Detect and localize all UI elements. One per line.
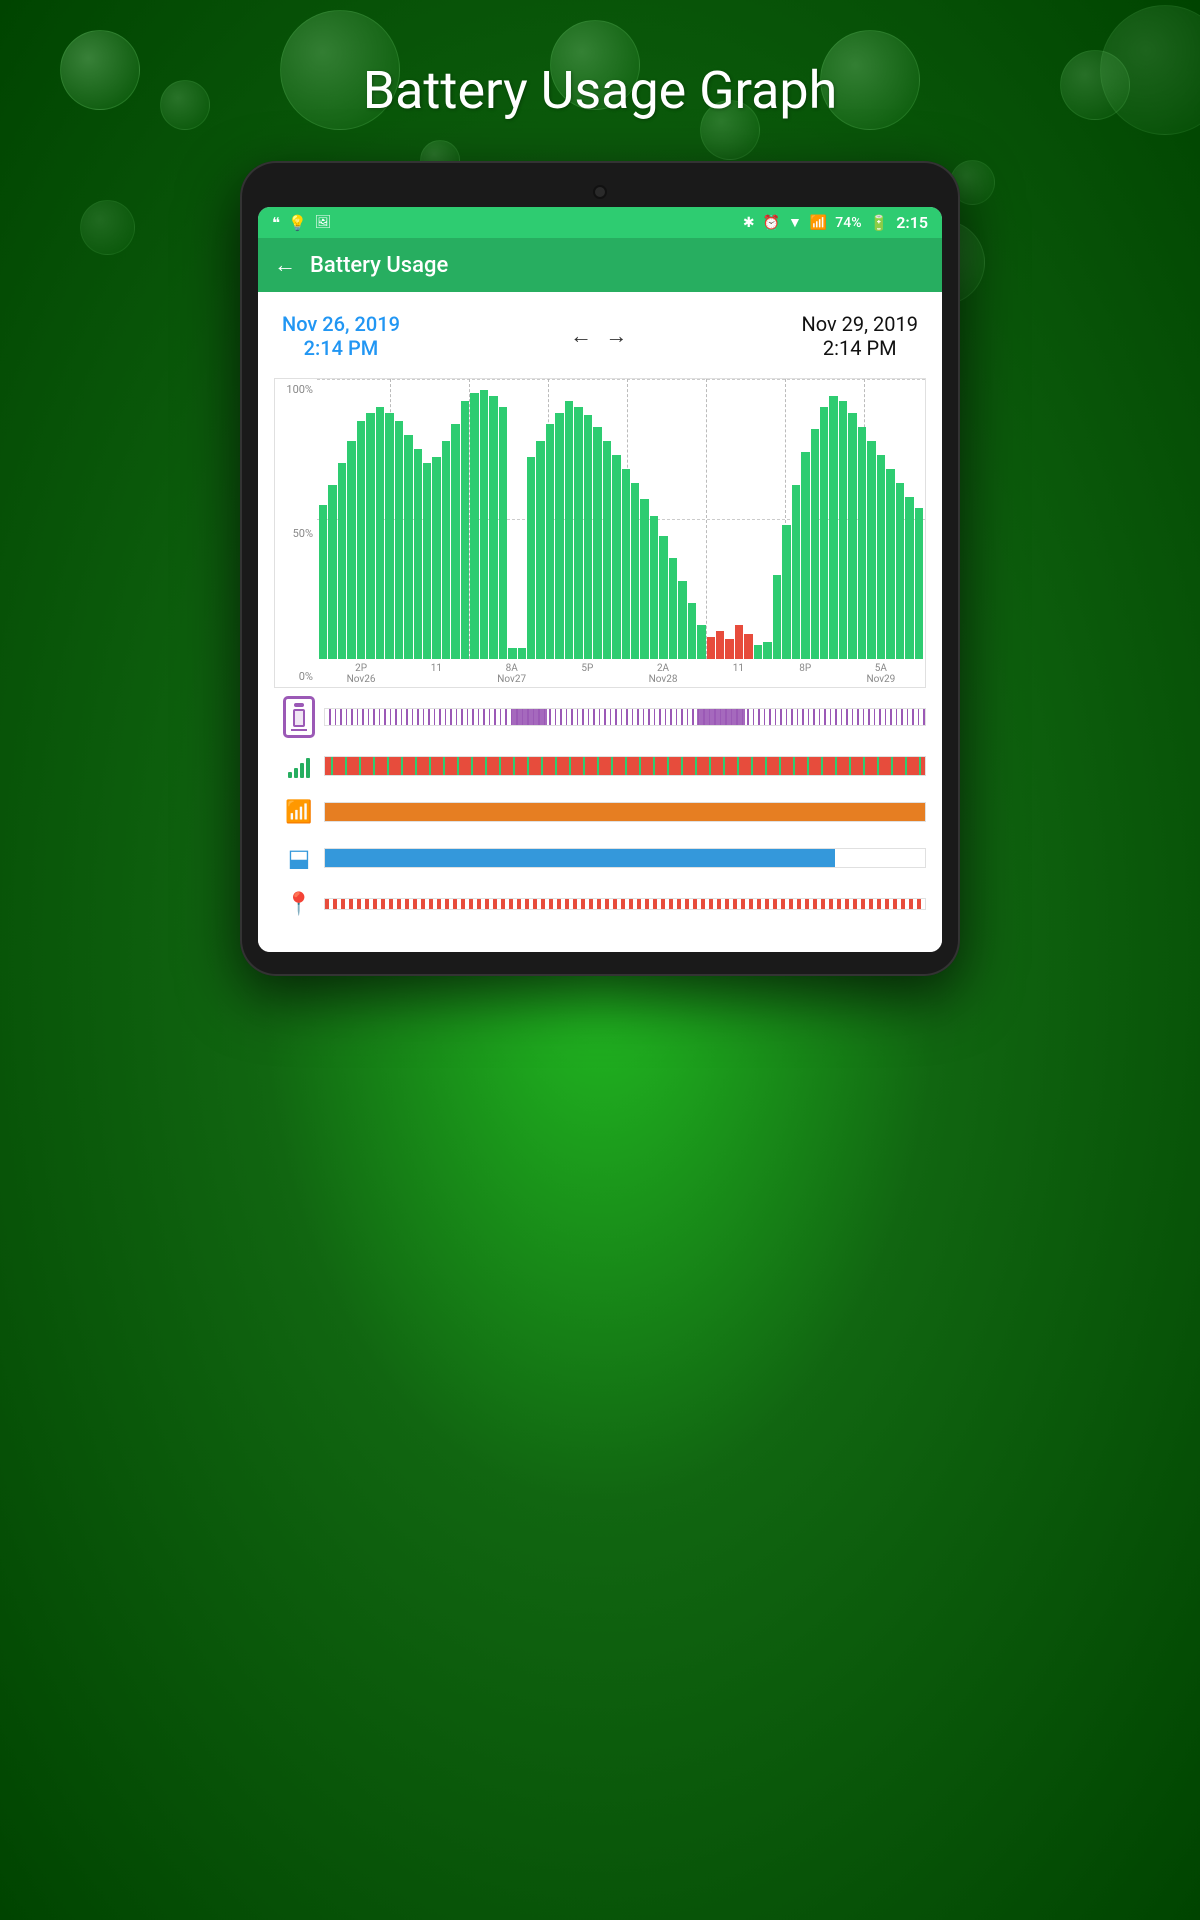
wifi-status-icon: ▼ <box>788 214 802 231</box>
image-icon: 🖼 <box>315 215 332 230</box>
screen-icon <box>283 696 315 738</box>
status-time: 2:15 <box>896 213 928 232</box>
date-arrows[interactable]: ← → <box>570 323 631 349</box>
x-label-5: 11 <box>733 663 744 685</box>
bluetooth-activity-row: ⬓ <box>274 840 926 876</box>
battery-icon: 🔋 <box>870 214 889 232</box>
phone-screen: ❝ 💡 🖼 ✱ ⏰ ▼ 📶 74% 🔋 2:15 ← Battery Usage <box>258 207 942 952</box>
signal-bar-fill <box>325 757 925 775</box>
signal-status-icon: 📶 <box>810 215 827 231</box>
signal-activity-bar <box>324 756 926 776</box>
start-date: Nov 26, 2019 <box>282 312 400 336</box>
extra-activity-row: 📍 <box>274 886 926 922</box>
phone-top <box>258 185 942 199</box>
bluetooth-status-icon: ✱ <box>743 215 755 231</box>
signal-icon <box>288 754 310 778</box>
quote-icon: ❝ <box>272 214 280 232</box>
wifi-activity-row: 📶 <box>274 794 926 830</box>
bluetooth-icon-col: ⬓ <box>274 844 324 872</box>
bulb-icon: 💡 <box>288 214 307 232</box>
battery-bars <box>317 379 925 659</box>
signal-activity-row <box>274 748 926 784</box>
date-range: Nov 26, 2019 2:14 PM ← → Nov 29, 2019 2:… <box>274 312 926 360</box>
y-label-0: 0% <box>275 670 317 683</box>
status-left-icons: ❝ 💡 🖼 <box>272 214 331 232</box>
y-axis-labels: 100% 50% 0% <box>275 379 317 687</box>
x-label-3: 5P <box>581 663 593 685</box>
wifi-activity-bar <box>324 802 926 822</box>
app-bar: ← Battery Usage <box>258 238 942 292</box>
end-date: Nov 29, 2019 <box>801 312 918 336</box>
activity-rows: 📶 ⬓ � <box>274 696 926 922</box>
app-bar-title: Battery Usage <box>310 253 448 278</box>
extra-activity-bar <box>324 898 926 910</box>
bluetooth-icon: ⬓ <box>288 844 311 872</box>
status-bar: ❝ 💡 🖼 ✱ ⏰ ▼ 📶 74% 🔋 2:15 <box>258 207 942 238</box>
bluetooth-activity-bar <box>324 848 926 868</box>
date-end: Nov 29, 2019 2:14 PM <box>801 312 918 360</box>
chart-inner <box>317 379 925 659</box>
screen-activity-row <box>274 696 926 738</box>
bluetooth-bar-fill <box>325 849 835 867</box>
phone-frame: ❝ 💡 🖼 ✱ ⏰ ▼ 📶 74% 🔋 2:15 ← Battery Usage <box>240 161 960 976</box>
start-time: 2:14 PM <box>282 336 400 360</box>
screen-icon-col <box>274 696 324 738</box>
battery-percent: 74% <box>835 215 861 231</box>
battery-chart[interactable]: 100% 50% 0% <box>274 378 926 688</box>
screen-ticks <box>325 709 925 725</box>
extra-icon-col: 📍 <box>274 892 324 917</box>
page-title: Battery Usage Graph <box>363 60 838 121</box>
x-label-6: 8P <box>799 663 811 685</box>
camera-dot <box>593 185 607 199</box>
status-right-icons: ✱ ⏰ ▼ 📶 74% 🔋 2:15 <box>743 213 928 232</box>
alarm-icon: ⏰ <box>763 215 780 231</box>
x-label-0: 2PNov26 <box>347 663 376 685</box>
content-area: Nov 26, 2019 2:14 PM ← → Nov 29, 2019 2:… <box>258 292 942 952</box>
y-label-100: 100% <box>275 383 317 396</box>
wifi-icon: 📶 <box>285 800 312 825</box>
wifi-icon-col: 📶 <box>274 800 324 825</box>
date-start: Nov 26, 2019 2:14 PM <box>282 312 400 360</box>
x-label-4: 2ANov28 <box>649 663 678 685</box>
x-label-7: 5ANov29 <box>866 663 895 685</box>
signal-icon-col <box>274 754 324 778</box>
end-time: 2:14 PM <box>801 336 918 360</box>
y-label-50: 50% <box>275 527 317 540</box>
x-axis-labels: 2PNov26 11 8ANov27 5P 2ANov28 <box>317 659 925 687</box>
x-label-2: 8ANov27 <box>497 663 526 685</box>
back-button[interactable]: ← <box>274 252 296 278</box>
screen-activity-bar <box>324 708 926 726</box>
extra-icon: 📍 <box>285 892 312 917</box>
wifi-bar-fill <box>325 803 925 821</box>
x-label-1: 11 <box>431 663 442 685</box>
